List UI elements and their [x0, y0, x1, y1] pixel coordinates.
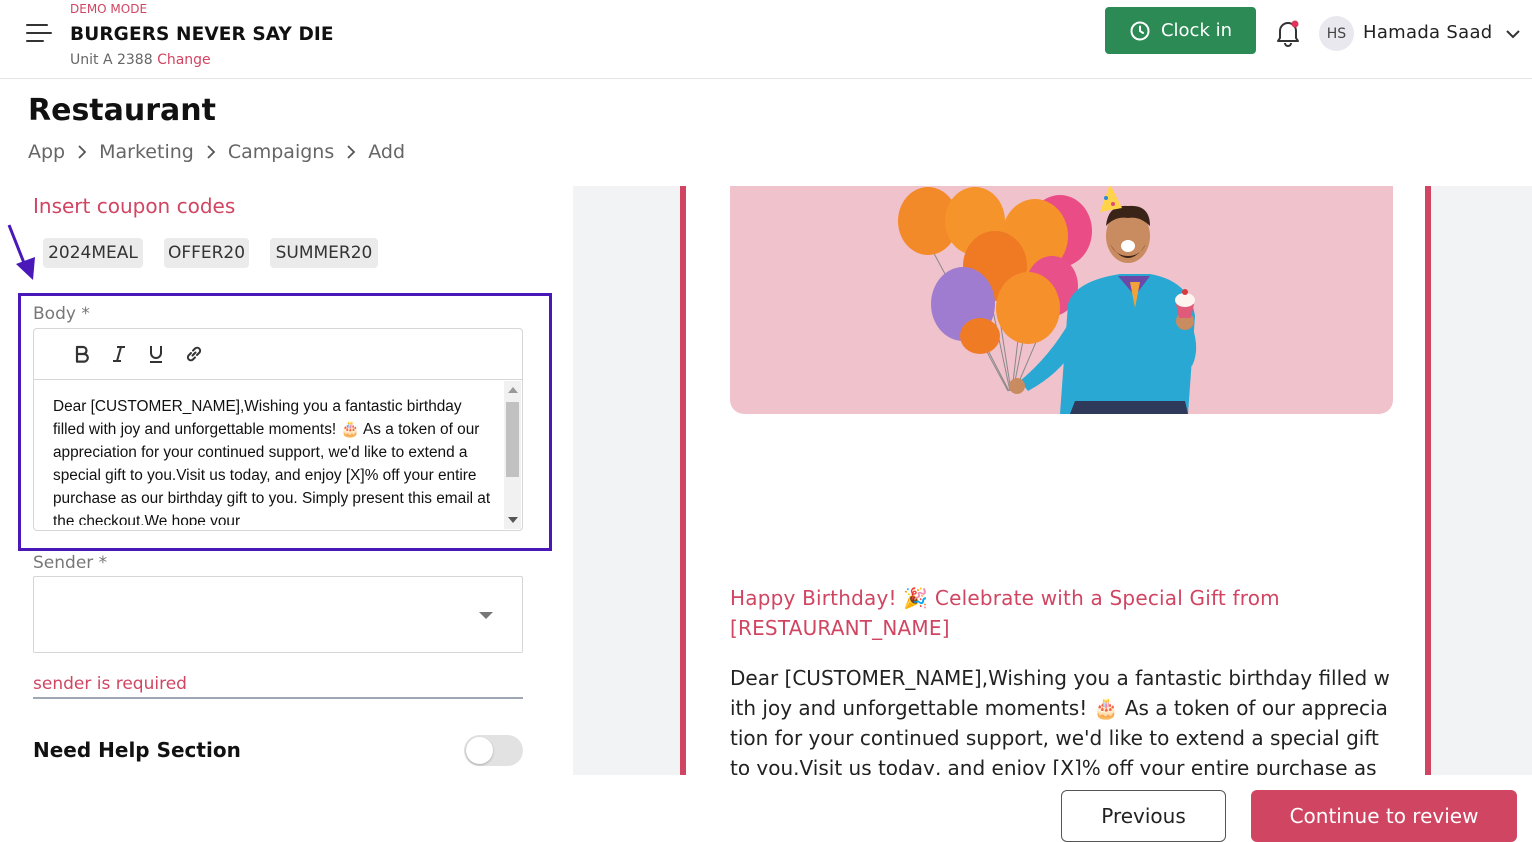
user-name[interactable]: Hamada Saad — [1363, 22, 1493, 43]
need-help-toggle[interactable] — [464, 735, 523, 766]
sender-label: Sender * — [33, 553, 108, 573]
demo-mode-label: DEMO MODE — [70, 2, 148, 16]
body-label: Body * — [33, 304, 90, 324]
italic-icon[interactable] — [107, 342, 131, 366]
clock-in-label: Clock in — [1160, 20, 1233, 41]
body-text[interactable]: Dear [CUSTOMER_NAME],Wishing you a fanta… — [53, 395, 493, 525]
clock-in-button[interactable]: Clock in — [1105, 7, 1256, 54]
email-preview-card: Happy Birthday! 🎉 Celebrate with a Speci… — [680, 186, 1431, 775]
caret-down-icon — [479, 612, 493, 619]
continue-to-review-button[interactable]: Continue to review — [1251, 790, 1517, 842]
coupon-chip[interactable]: OFFER20 — [164, 238, 249, 268]
bold-icon[interactable] — [70, 342, 94, 366]
need-help-title: Need Help Section — [33, 738, 241, 762]
breadcrumb-campaigns[interactable]: Campaigns — [228, 141, 334, 163]
avatar[interactable]: HS — [1319, 16, 1354, 51]
sender-select[interactable] — [33, 576, 523, 653]
email-subject: Happy Birthday! 🎉 Celebrate with a Speci… — [730, 586, 1280, 640]
breadcrumb: App Marketing Campaigns Add — [28, 141, 405, 163]
breadcrumb-marketing[interactable]: Marketing — [99, 141, 194, 163]
sender-error: sender is required — [33, 674, 187, 694]
change-unit-link[interactable]: Change — [157, 52, 211, 68]
unit-info: Unit A 2388 Change — [70, 52, 211, 68]
body-editor[interactable]: Dear [CUSTOMER_NAME],Wishing you a fanta… — [33, 328, 523, 531]
toggle-knob — [466, 737, 493, 764]
editor-scrollbar[interactable] — [504, 381, 521, 529]
page-title: Restaurant — [28, 93, 216, 128]
email-body: Dear [CUSTOMER_NAME],Wishing you a fanta… — [730, 666, 1390, 775]
chevron-right-icon — [78, 145, 87, 159]
underline-icon[interactable] — [144, 342, 168, 366]
previous-button[interactable]: Previous — [1061, 790, 1226, 842]
chevron-right-icon — [207, 145, 216, 159]
scroll-thumb[interactable] — [506, 402, 519, 477]
business-name: BURGERS NEVER SAY DIE — [70, 24, 334, 45]
chevron-down-icon[interactable] — [1505, 25, 1521, 39]
link-icon[interactable] — [182, 342, 206, 366]
coupon-codes-title: Insert coupon codes — [33, 194, 236, 218]
scroll-up-icon[interactable] — [508, 387, 518, 393]
clock-icon — [1130, 21, 1150, 40]
bell-icon[interactable] — [1274, 18, 1302, 48]
editor-toolbar — [34, 329, 522, 380]
annotation-arrow-icon — [7, 224, 35, 280]
coupon-chip[interactable]: 2024MEAL — [43, 238, 143, 268]
divider — [33, 697, 523, 699]
email-preview: Happy Birthday! 🎉 Celebrate with a Speci… — [573, 186, 1532, 775]
unit-label: Unit A 2388 — [70, 52, 153, 68]
top-bar: DEMO MODE BURGERS NEVER SAY DIE Unit A 2… — [0, 0, 1532, 79]
hero-image — [730, 186, 1393, 414]
scroll-down-icon[interactable] — [508, 517, 518, 523]
chevron-right-icon — [347, 145, 356, 159]
coupon-chip[interactable]: SUMMER20 — [270, 238, 378, 268]
menu-icon[interactable] — [26, 22, 52, 44]
breadcrumb-app[interactable]: App — [28, 141, 65, 163]
breadcrumb-add: Add — [368, 141, 406, 163]
